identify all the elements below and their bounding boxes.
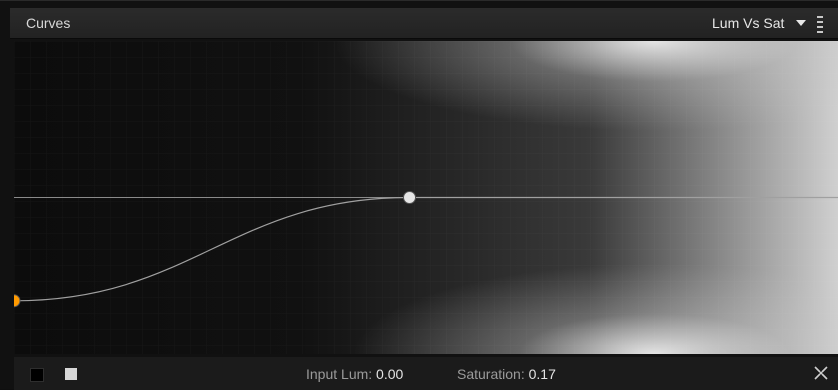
curves-panel: Curves Lum Vs Sat Input Lum: 0.00 Satura…: [0, 0, 838, 390]
panel-header: Curves Lum Vs Sat: [10, 8, 838, 39]
panel-title: Curves: [26, 15, 71, 31]
input-lum-readout: Input Lum: 0.00: [306, 366, 403, 382]
chevron-down-icon: [796, 20, 806, 26]
mode-select-value: Lum Vs Sat: [712, 15, 785, 31]
curve-point[interactable]: [403, 191, 417, 204]
saturation-readout: Saturation: 0.17: [457, 366, 556, 382]
curve-graph[interactable]: [14, 41, 838, 354]
input-lum-label: Input Lum:: [306, 366, 373, 382]
saturation-label: Saturation:: [457, 366, 525, 382]
input-lum-value: 0.00: [376, 366, 404, 382]
saturation-value: 0.17: [528, 366, 556, 382]
panel-footer: Input Lum: 0.00 Saturation: 0.17: [14, 357, 838, 390]
reset-icon[interactable]: [812, 364, 830, 382]
black-swatch[interactable]: [30, 368, 44, 382]
hamburger-menu-icon[interactable]: [816, 9, 824, 37]
curve-svg[interactable]: [14, 41, 838, 354]
white-swatch[interactable]: [65, 368, 77, 380]
mode-select[interactable]: Lum Vs Sat: [704, 9, 824, 37]
